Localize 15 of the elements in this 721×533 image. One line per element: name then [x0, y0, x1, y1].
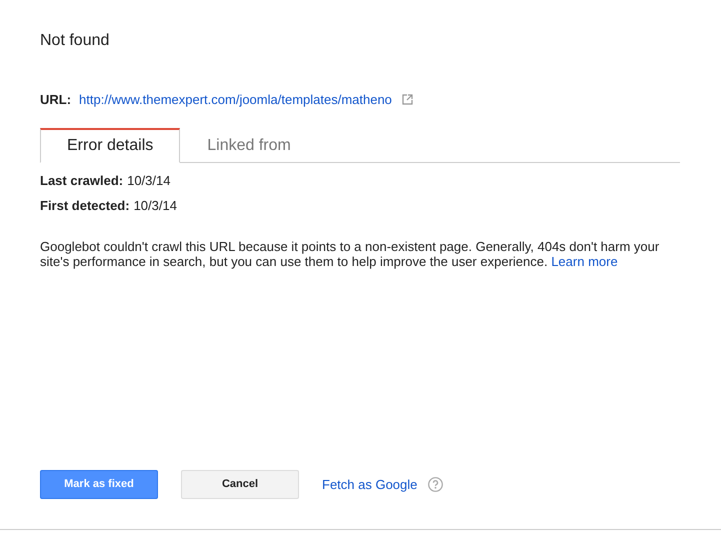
page-title: Not found: [40, 31, 110, 51]
detail-label: Last crawled:: [40, 172, 124, 188]
tab[interactable]: Error details: [40, 128, 180, 162]
learn-more-link[interactable]: Learn more: [551, 254, 618, 268]
tab[interactable]: Linked from: [180, 128, 318, 162]
detail-label: First detected:: [40, 198, 130, 214]
detail-value: 10/3/14: [127, 172, 170, 188]
help-icon[interactable]: [428, 477, 444, 492]
url-label: URL:: [40, 91, 72, 109]
external-link-icon[interactable]: [402, 94, 413, 106]
url-link[interactable]: http://www.themexpert.com/joomla/templates/matheno: [79, 90, 392, 110]
description-text: Googlebot couldn't crawl this URL because it points to a non-existent page. Generally, 404s don't harm your site's performance in search, but you can use them to help improve the user experience. Learn more: [40, 238, 660, 268]
fetch-link[interactable]: Fetch as Google: [322, 474, 418, 494]
detail-value: 10/3/14: [134, 198, 177, 214]
cancel-button[interactable]: Cancel: [181, 470, 299, 499]
